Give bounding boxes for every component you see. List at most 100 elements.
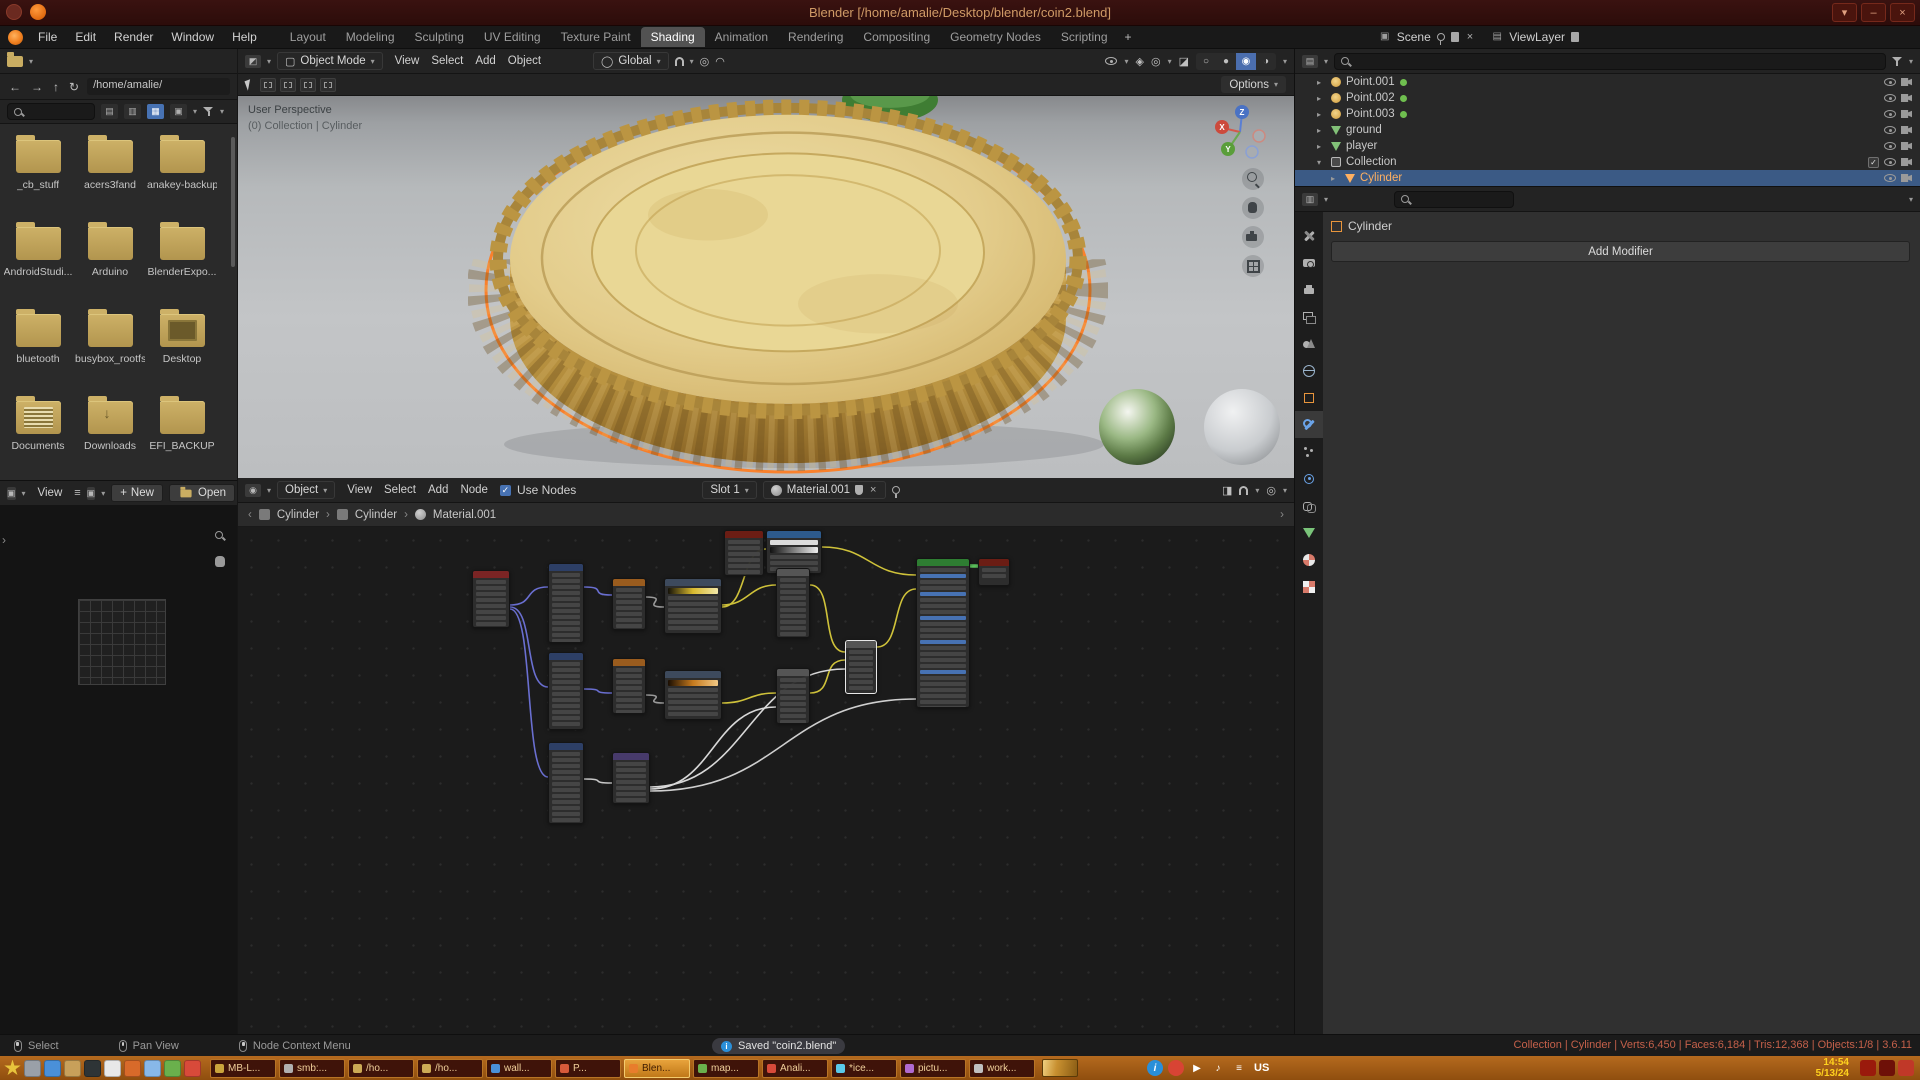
zoom-button[interactable] xyxy=(1242,168,1264,190)
launcher-office[interactable] xyxy=(184,1060,201,1077)
scrollbar[interactable] xyxy=(231,137,235,267)
shading-material-button[interactable]: ◉ xyxy=(1236,53,1256,70)
outliner-row[interactable]: ▸Point.002 xyxy=(1295,90,1920,106)
keyboard-layout-indicator[interactable]: US xyxy=(1254,1062,1269,1074)
breadcrumb-item[interactable]: Cylinder xyxy=(355,509,397,521)
properties-search-input[interactable] xyxy=(1394,191,1514,208)
launcher-star[interactable] xyxy=(4,1060,21,1077)
file-browser-folder[interactable]: bluetooth xyxy=(2,310,74,387)
viewport-menu-select[interactable]: Select xyxy=(425,53,469,69)
add-modifier-button[interactable]: Add Modifier xyxy=(1331,241,1910,262)
slot-link-icon[interactable]: ◨ xyxy=(1222,484,1232,497)
image-editor-grid[interactable] xyxy=(78,599,166,685)
image-datablock-icon[interactable]: ▣ xyxy=(87,487,96,500)
outliner-search-input[interactable] xyxy=(1334,53,1886,70)
visibility-eye-icon[interactable] xyxy=(1884,142,1896,150)
filter-icon[interactable] xyxy=(1892,56,1903,67)
outliner-editor-icon[interactable]: ▤ xyxy=(1302,55,1318,68)
shader-editor-icon[interactable]: ◉ xyxy=(245,484,261,497)
launcher-web[interactable] xyxy=(44,1060,61,1077)
breadcrumb-item[interactable]: Material.001 xyxy=(433,509,496,521)
taskbar-window[interactable]: MB-L... xyxy=(210,1059,276,1078)
outliner-row[interactable]: ▸player xyxy=(1295,138,1920,154)
properties-tab-render[interactable] xyxy=(1295,249,1323,276)
outliner-row[interactable]: ▸Point.001 xyxy=(1295,74,1920,90)
taskbar-window[interactable]: work... xyxy=(969,1059,1035,1078)
blender-logo-icon[interactable] xyxy=(8,30,23,45)
visibility-icon[interactable] xyxy=(1105,57,1117,65)
launcher-files[interactable] xyxy=(64,1060,81,1077)
breadcrumb-item[interactable]: Cylinder xyxy=(277,509,319,521)
menubar-menu-window[interactable]: Window xyxy=(162,28,223,46)
workspace-tab-modeling[interactable]: Modeling xyxy=(336,27,405,47)
select-tool-icon[interactable] xyxy=(244,79,253,90)
file-browser-folder[interactable]: anakey-backup xyxy=(146,136,218,213)
visibility-eye-icon[interactable] xyxy=(1884,158,1896,166)
file-browser-editor-icon[interactable] xyxy=(7,56,23,67)
display-grid-button[interactable]: ▦ xyxy=(147,104,164,119)
taskbar-window[interactable]: Blen... xyxy=(624,1059,690,1078)
transform-orientation-dropdown[interactable]: ◯Global▾ xyxy=(593,52,669,70)
shading-rendered-button[interactable]: ◑ xyxy=(1256,53,1276,70)
file-browser-folder[interactable]: Documents xyxy=(2,397,74,474)
launcher-chat[interactable] xyxy=(164,1060,181,1077)
back-button[interactable]: ← xyxy=(7,80,23,94)
shader-menu-add[interactable]: Add xyxy=(422,482,454,498)
shader-node[interactable] xyxy=(472,570,510,628)
filter-icon[interactable] xyxy=(203,106,214,117)
unlink-material-icon[interactable]: × xyxy=(868,484,878,496)
shader-node[interactable] xyxy=(612,752,650,804)
material-selector[interactable]: Material.001 × xyxy=(763,481,887,499)
properties-tab-texture[interactable] xyxy=(1295,573,1323,600)
properties-tab-physics[interactable] xyxy=(1295,465,1323,492)
file-browser-folder[interactable]: AndroidStudi... xyxy=(2,223,74,300)
mode-dropdown[interactable]: ▢Object Mode▾ xyxy=(277,52,383,70)
chevron-down-icon[interactable]: ▾ xyxy=(690,57,694,66)
taskbar-window[interactable]: Anali... xyxy=(762,1059,828,1078)
shader-node[interactable] xyxy=(978,558,1010,586)
proportional-editing-icon[interactable]: ◎ xyxy=(700,55,710,68)
render-camera-icon[interactable] xyxy=(1901,142,1912,150)
workspace-tab-scripting[interactable]: Scripting xyxy=(1051,27,1118,47)
shading-solid-button[interactable]: ● xyxy=(1216,53,1236,70)
menubar-menu-edit[interactable]: Edit xyxy=(66,28,105,46)
viewlayer-selector[interactable]: ViewLayer xyxy=(1509,30,1565,44)
visibility-eye-icon[interactable] xyxy=(1884,94,1896,102)
render-camera-icon[interactable] xyxy=(1901,94,1912,102)
new-viewlayer-icon[interactable] xyxy=(1571,32,1579,42)
file-browser-folder[interactable]: acers3fand xyxy=(74,136,146,213)
tray-info-icon[interactable]: i xyxy=(1147,1060,1163,1076)
axis-negative-z[interactable] xyxy=(1246,146,1258,158)
show-gizmo-icon[interactable]: ◈ xyxy=(1135,55,1143,68)
chevron-down-icon[interactable]: ▾ xyxy=(220,107,224,116)
shading-wireframe-button[interactable]: ○ xyxy=(1196,53,1216,70)
expand-icon[interactable]: › xyxy=(1280,509,1284,521)
properties-tab-material[interactable] xyxy=(1295,546,1323,573)
navigation-gizmo[interactable]: Z X Y xyxy=(1212,102,1270,160)
disclosure-icon[interactable]: ▸ xyxy=(1331,174,1340,183)
chevron-down-icon[interactable]: ▾ xyxy=(1283,57,1287,66)
collapse-icon[interactable]: ‹ xyxy=(248,509,252,521)
taskbar-window[interactable]: pictu... xyxy=(900,1059,966,1078)
launcher-text[interactable] xyxy=(104,1060,121,1077)
shade-window-button[interactable]: ▾ xyxy=(1832,3,1857,22)
pin-icon[interactable] xyxy=(1437,33,1445,41)
viewport-editor-icon[interactable]: ◩ xyxy=(245,55,261,68)
disclosure-icon[interactable]: ▸ xyxy=(1317,110,1326,119)
shader-node[interactable] xyxy=(776,568,810,638)
shader-node[interactable] xyxy=(548,563,584,643)
file-search-input[interactable] xyxy=(7,103,95,120)
workspace-tab-geometry-nodes[interactable]: Geometry Nodes xyxy=(940,27,1051,47)
chevron-down-icon[interactable]: ▾ xyxy=(1909,195,1913,204)
taskbar-window[interactable]: *ice... xyxy=(831,1059,897,1078)
display-vertical-list-button[interactable]: ▤ xyxy=(101,104,118,119)
toggle-projection-button[interactable] xyxy=(1242,255,1264,277)
properties-tab-world[interactable] xyxy=(1295,357,1323,384)
shader-node[interactable] xyxy=(548,742,584,824)
properties-tab-modifiers[interactable] xyxy=(1295,411,1323,438)
shader-node[interactable] xyxy=(724,530,764,576)
edge-icon-1[interactable] xyxy=(1860,1060,1876,1076)
shader-node[interactable] xyxy=(776,668,810,724)
launcher-terminal[interactable] xyxy=(84,1060,101,1077)
outliner-row[interactable]: ▸Cylinder xyxy=(1295,170,1920,186)
